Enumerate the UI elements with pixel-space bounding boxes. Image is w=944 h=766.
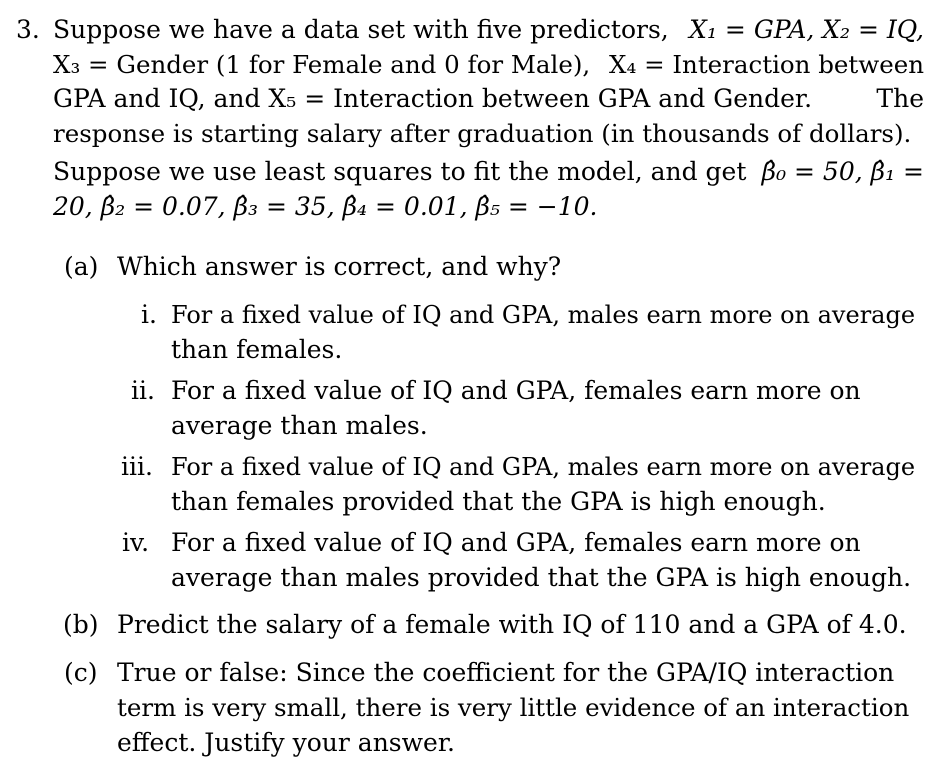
option-iii-line-1: For a fixed value of IQ and GPA, males e… xyxy=(171,452,924,482)
stem-line-4: response is starting salary after gradua… xyxy=(53,119,924,149)
part-b-line-1: Predict the salary of a female with IQ o… xyxy=(117,610,924,640)
option-iv-line-2: average than males provided that the GPA… xyxy=(171,563,911,593)
stem-line-6: 20, β̂₂ = 0.07, β̂₃ = 35, β̂₄ = 0.01, β̂… xyxy=(53,192,598,222)
stem-line-1: Suppose we have a data set with five pre… xyxy=(53,15,924,45)
part-c-text: True or false: Since the coefficient for… xyxy=(117,658,895,687)
option-iv-label: iv. xyxy=(122,528,150,557)
option-i-line-1: For a fixed value of IQ and GPA, males e… xyxy=(171,300,924,330)
problem-page: 3. Suppose we have a data set with five … xyxy=(0,0,944,766)
part-c-text: term is very small, there is very little… xyxy=(117,693,910,722)
stem-math: X₁ = GPA, X₂ = IQ, xyxy=(689,15,924,44)
option-text: For a fixed value of IQ and GPA, males e… xyxy=(171,453,916,481)
option-text: For a fixed value of IQ and GPA, females… xyxy=(171,376,861,405)
part-b-text: Predict the salary of a female with IQ o… xyxy=(117,610,907,639)
option-text: average than males. xyxy=(171,411,428,440)
option-text: than females provided that the GPA is hi… xyxy=(171,487,826,516)
stem-text: Suppose we use least squares to fit the … xyxy=(53,157,747,186)
stem-text: The xyxy=(876,84,924,113)
stem-text: response is starting salary after gradua… xyxy=(53,119,912,148)
part-c-line-3: effect. Justify your answer. xyxy=(117,728,455,758)
part-b-label: (b) xyxy=(63,610,99,639)
option-text: For a fixed value of IQ and GPA, males e… xyxy=(171,301,916,329)
stem-text: Suppose we have a data set with five pre… xyxy=(53,15,669,44)
option-text: For a fixed value of IQ and GPA, females… xyxy=(171,528,861,557)
option-i-label: i. xyxy=(141,300,157,329)
stem-math: β̂₀ = 50, β̂₁ = xyxy=(761,157,924,186)
stem-text: X₃ = Gender (1 for Female and 0 for Male… xyxy=(53,50,591,79)
option-ii-line-2: average than males. xyxy=(171,411,428,441)
stem-line-5: Suppose we use least squares to fit the … xyxy=(53,157,924,187)
part-c-label: (c) xyxy=(64,658,98,687)
option-text: average than males provided that the GPA… xyxy=(171,563,912,592)
stem-line-2: X₃ = Gender (1 for Female and 0 for Male… xyxy=(53,50,924,80)
stem-text: X₄ = Interaction between xyxy=(609,50,924,79)
part-a-label: (a) xyxy=(64,252,99,281)
stem-text: GPA and IQ, and X₅ = Interaction between… xyxy=(53,84,813,113)
part-c-line-2: term is very small, there is very little… xyxy=(117,693,924,723)
option-i-line-2: than females. xyxy=(171,335,342,365)
part-a-text: Which answer is correct, and why? xyxy=(117,252,562,281)
stem-math: 20, β̂₂ = 0.07, β̂₃ = 35, β̂₄ = 0.01, β̂… xyxy=(53,192,598,221)
part-c-line-1: True or false: Since the coefficient for… xyxy=(117,658,924,688)
option-iii-line-2: than females provided that the GPA is hi… xyxy=(171,487,826,517)
problem-number: 3. xyxy=(16,15,40,44)
part-c-text: effect. Justify your answer. xyxy=(117,728,455,757)
option-iii-label: iii. xyxy=(121,452,153,481)
option-ii-line-1: For a fixed value of IQ and GPA, females… xyxy=(171,376,924,406)
option-text: than females. xyxy=(171,335,343,364)
option-ii-label: ii. xyxy=(131,376,155,405)
stem-line-3: GPA and IQ, and X₅ = Interaction between… xyxy=(53,84,924,114)
option-iv-line-1: For a fixed value of IQ and GPA, females… xyxy=(171,528,924,558)
